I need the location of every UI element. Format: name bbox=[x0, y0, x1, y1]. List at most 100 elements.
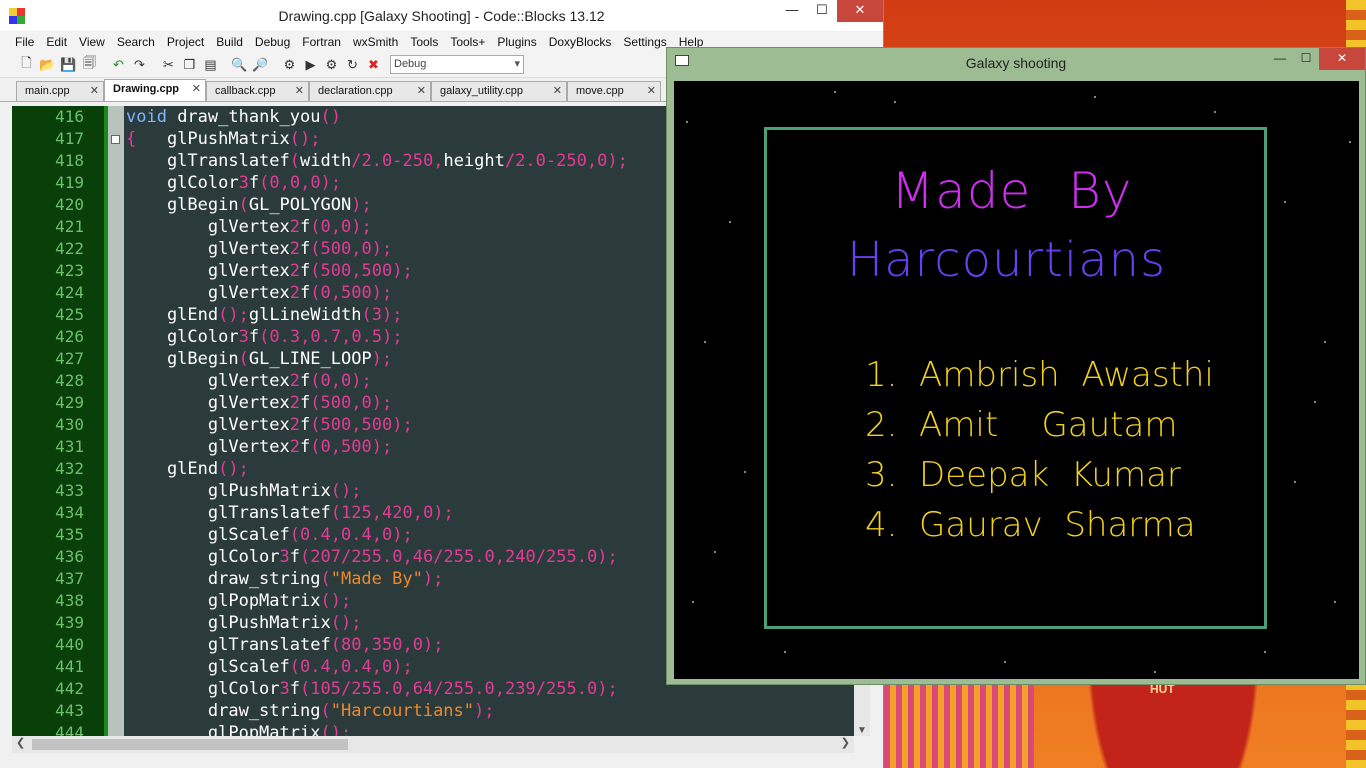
line-number: 438 bbox=[55, 591, 84, 610]
tab-close-icon[interactable]: ✕ bbox=[417, 82, 426, 101]
tab-close-icon[interactable]: ✕ bbox=[192, 80, 201, 99]
abort-icon[interactable]: ✖ bbox=[363, 55, 384, 75]
menu-tools[interactable]: Tools bbox=[405, 32, 445, 52]
menu-view[interactable]: View bbox=[74, 32, 112, 52]
open-icon[interactable]: 📂 bbox=[37, 55, 58, 75]
star bbox=[1324, 341, 1326, 343]
star bbox=[692, 601, 694, 603]
redo-icon[interactable]: ↷ bbox=[129, 55, 150, 75]
line-number: 417 bbox=[55, 129, 84, 148]
code-text: { glPushMatrix(); bbox=[126, 129, 321, 149]
line-number: 442 bbox=[55, 679, 84, 698]
made-by-heading: Made By bbox=[891, 162, 1133, 220]
toolbar-separator bbox=[100, 55, 108, 75]
code-text: glBegin(GL_POLYGON); bbox=[126, 195, 372, 215]
line-number: 434 bbox=[55, 503, 84, 522]
fold-collapse-icon[interactable] bbox=[111, 135, 120, 144]
menu-wxsmith[interactable]: wxSmith bbox=[348, 32, 405, 52]
code-text: glEnd(); bbox=[126, 459, 249, 479]
menu-fortran[interactable]: Fortran bbox=[297, 32, 348, 52]
line-number: 421 bbox=[55, 217, 84, 236]
tab-declaration-cpp[interactable]: declaration.cpp ✕ bbox=[309, 81, 431, 101]
line-number: 420 bbox=[55, 195, 84, 214]
minimize-button[interactable]: — bbox=[1267, 48, 1293, 70]
line-number: 422 bbox=[55, 239, 84, 258]
maximize-button[interactable]: ☐ bbox=[807, 0, 837, 22]
cut-icon[interactable]: ✂ bbox=[158, 55, 179, 75]
menu-project[interactable]: Project bbox=[162, 32, 211, 52]
tab-close-icon[interactable]: ✕ bbox=[90, 82, 99, 101]
close-button[interactable]: ✕ bbox=[1319, 48, 1365, 70]
tab-label: main.cpp bbox=[25, 85, 70, 97]
minimize-button[interactable]: — bbox=[777, 0, 807, 22]
copy-icon[interactable]: ❐ bbox=[179, 55, 200, 75]
code-text: glColor3f(0.3,0.7,0.5); bbox=[126, 327, 403, 347]
menu-plugins[interactable]: Plugins bbox=[492, 32, 543, 52]
undo-icon[interactable]: ↶ bbox=[108, 55, 129, 75]
horizontal-scrollbar[interactable]: ❮ ❯ bbox=[12, 736, 854, 753]
line-number: 427 bbox=[55, 349, 84, 368]
menu-doxyblocks[interactable]: DoxyBlocks bbox=[544, 32, 619, 52]
code-text: glTranslatef(width/2.0-250,height/2.0-25… bbox=[126, 151, 628, 171]
line-number: 430 bbox=[55, 415, 84, 434]
code-line[interactable]: 443 draw_string("Harcourtians"); bbox=[12, 700, 854, 722]
editor-titlebar[interactable]: Drawing.cpp [Galaxy Shooting] - Code::Bl… bbox=[0, 0, 883, 32]
menu-search[interactable]: Search bbox=[112, 32, 162, 52]
code-text: glVertex2f(0,500); bbox=[126, 283, 393, 303]
code-line[interactable]: 444 glPopMatrix(); bbox=[12, 722, 854, 736]
star bbox=[1349, 141, 1351, 143]
new-file-icon[interactable]: 🗋 bbox=[16, 55, 37, 75]
line-number: 435 bbox=[55, 525, 84, 544]
tab-callback-cpp[interactable]: callback.cpp ✕ bbox=[206, 81, 309, 101]
code-text: glPushMatrix(); bbox=[126, 481, 362, 501]
replace-icon[interactable]: 🔎 bbox=[250, 55, 271, 75]
line-number: 431 bbox=[55, 437, 84, 456]
star bbox=[1214, 111, 1216, 113]
code-text: glTranslatef(125,420,0); bbox=[126, 503, 454, 523]
line-number: 443 bbox=[55, 701, 84, 720]
scroll-left-icon[interactable]: ❮ bbox=[16, 736, 25, 749]
tab-close-icon[interactable]: ✕ bbox=[295, 82, 304, 101]
build-run-icon[interactable]: ⚙ bbox=[321, 55, 342, 75]
tab-close-icon[interactable]: ✕ bbox=[647, 82, 656, 101]
maximize-button[interactable]: ☐ bbox=[1293, 48, 1319, 70]
code-text: glEnd();glLineWidth(3); bbox=[126, 305, 403, 325]
tab-galaxy-utility-cpp[interactable]: galaxy_utility.cpp ✕ bbox=[431, 81, 567, 101]
tab-label: Drawing.cpp bbox=[113, 83, 180, 95]
scroll-down-icon[interactable]: ▼ bbox=[854, 725, 870, 736]
galaxy-titlebar[interactable]: Galaxy shooting — ☐ ✕ bbox=[667, 48, 1365, 76]
tab-close-icon[interactable]: ✕ bbox=[553, 82, 562, 101]
close-button[interactable]: ✕ bbox=[837, 0, 883, 22]
line-number: 437 bbox=[55, 569, 84, 588]
credits-card: Made By Harcourtians 1. Ambrish Awasthi … bbox=[764, 127, 1267, 629]
menu-edit[interactable]: Edit bbox=[41, 32, 74, 52]
game-canvas[interactable]: Made By Harcourtians 1. Ambrish Awasthi … bbox=[674, 81, 1359, 679]
star bbox=[894, 101, 896, 103]
tab-drawing-cpp[interactable]: Drawing.cpp ✕ bbox=[104, 79, 206, 101]
code-text: glTranslatef(80,350,0); bbox=[126, 635, 444, 655]
rebuild-icon[interactable]: ↻ bbox=[342, 55, 363, 75]
line-number: 428 bbox=[55, 371, 84, 390]
tab-main-cpp[interactable]: main.cpp ✕ bbox=[16, 81, 104, 101]
run-icon[interactable]: ▶ bbox=[300, 55, 321, 75]
menu-file[interactable]: File bbox=[10, 32, 41, 52]
menu-tools-plus[interactable]: Tools+ bbox=[445, 32, 492, 52]
menu-build[interactable]: Build bbox=[211, 32, 250, 52]
star bbox=[1314, 401, 1316, 403]
save-all-icon[interactable]: 🗐 bbox=[79, 55, 100, 75]
tab-move-cpp[interactable]: move.cpp ✕ bbox=[567, 81, 661, 101]
find-icon[interactable]: 🔍 bbox=[229, 55, 250, 75]
star bbox=[729, 221, 731, 223]
code-text: glVertex2f(0,0); bbox=[126, 217, 372, 237]
star bbox=[1004, 661, 1006, 663]
line-number: 432 bbox=[55, 459, 84, 478]
horizontal-scroll-thumb[interactable] bbox=[32, 739, 348, 750]
code-text: draw_string("Made By"); bbox=[126, 569, 444, 589]
menu-debug[interactable]: Debug bbox=[250, 32, 297, 52]
paste-icon[interactable]: ▤ bbox=[200, 55, 221, 75]
editor-window-title: Drawing.cpp [Galaxy Shooting] - Code::Bl… bbox=[278, 8, 605, 24]
build-icon[interactable]: ⚙ bbox=[279, 55, 300, 75]
build-target-select[interactable]: Debug bbox=[390, 55, 524, 74]
save-icon[interactable]: 💾 bbox=[58, 55, 79, 75]
scroll-right-icon[interactable]: ❯ bbox=[841, 736, 850, 749]
